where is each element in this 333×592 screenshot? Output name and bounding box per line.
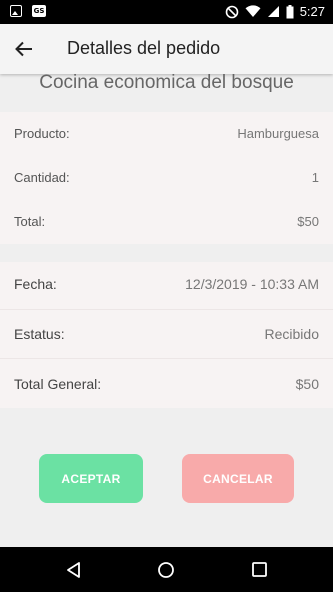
do-not-disturb-icon	[225, 5, 238, 18]
status-bar: GS 5:27	[0, 0, 333, 24]
gs-icon: GS	[32, 5, 46, 17]
back-triangle-icon[interactable]	[65, 561, 83, 579]
summary-label: Estatus:	[14, 326, 65, 342]
navigation-bar	[0, 547, 333, 592]
image-icon	[10, 5, 22, 17]
divider	[0, 358, 333, 359]
summary-value: 12/3/2019 - 10:33 AM	[185, 276, 319, 292]
summary-label: Total General:	[14, 376, 102, 392]
summary-value: Recibido	[264, 326, 319, 342]
accept-button[interactable]: ACEPTAR	[39, 454, 143, 503]
order-item-row: Producto: Hamburguesa	[0, 122, 333, 144]
order-item-label: Producto:	[14, 125, 70, 141]
order-item-label: Cantidad:	[14, 169, 70, 185]
summary-row: Total General: $50	[0, 372, 333, 396]
signal-icon	[267, 6, 279, 17]
wifi-icon	[245, 5, 261, 17]
page-title: Detalles del pedido	[67, 38, 221, 58]
summary-row: Estatus: Recibido	[0, 322, 333, 346]
order-item-value: $50	[297, 213, 319, 229]
order-item-label: Total:	[14, 213, 46, 229]
recents-square-icon[interactable]	[251, 561, 268, 578]
divider	[0, 309, 333, 310]
order-item-row: Cantidad: 1	[0, 166, 333, 188]
order-item-row: Total: $50	[0, 210, 333, 232]
order-items-card: Producto: Hamburguesa Cantidad: 1 Total:…	[0, 112, 333, 244]
summary-label: Fecha:	[14, 276, 57, 292]
cancel-button[interactable]: CANCELAR	[182, 454, 294, 503]
home-circle-icon[interactable]	[157, 561, 175, 579]
app-bar: Detalles del pedido	[0, 24, 333, 74]
summary-row: Fecha: 12/3/2019 - 10:33 AM	[0, 272, 333, 296]
restaurant-name: Cocina economica del bosque	[39, 72, 294, 93]
arrow-back-icon[interactable]	[14, 39, 34, 59]
status-time: 5:27	[299, 4, 325, 19]
order-item-value: 1	[311, 169, 319, 185]
order-item-value: Hamburguesa	[237, 125, 319, 141]
order-summary-card: Fecha: 12/3/2019 - 10:33 AM Estatus: Rec…	[0, 262, 333, 408]
summary-value: $50	[295, 376, 319, 392]
battery-icon	[286, 4, 294, 18]
